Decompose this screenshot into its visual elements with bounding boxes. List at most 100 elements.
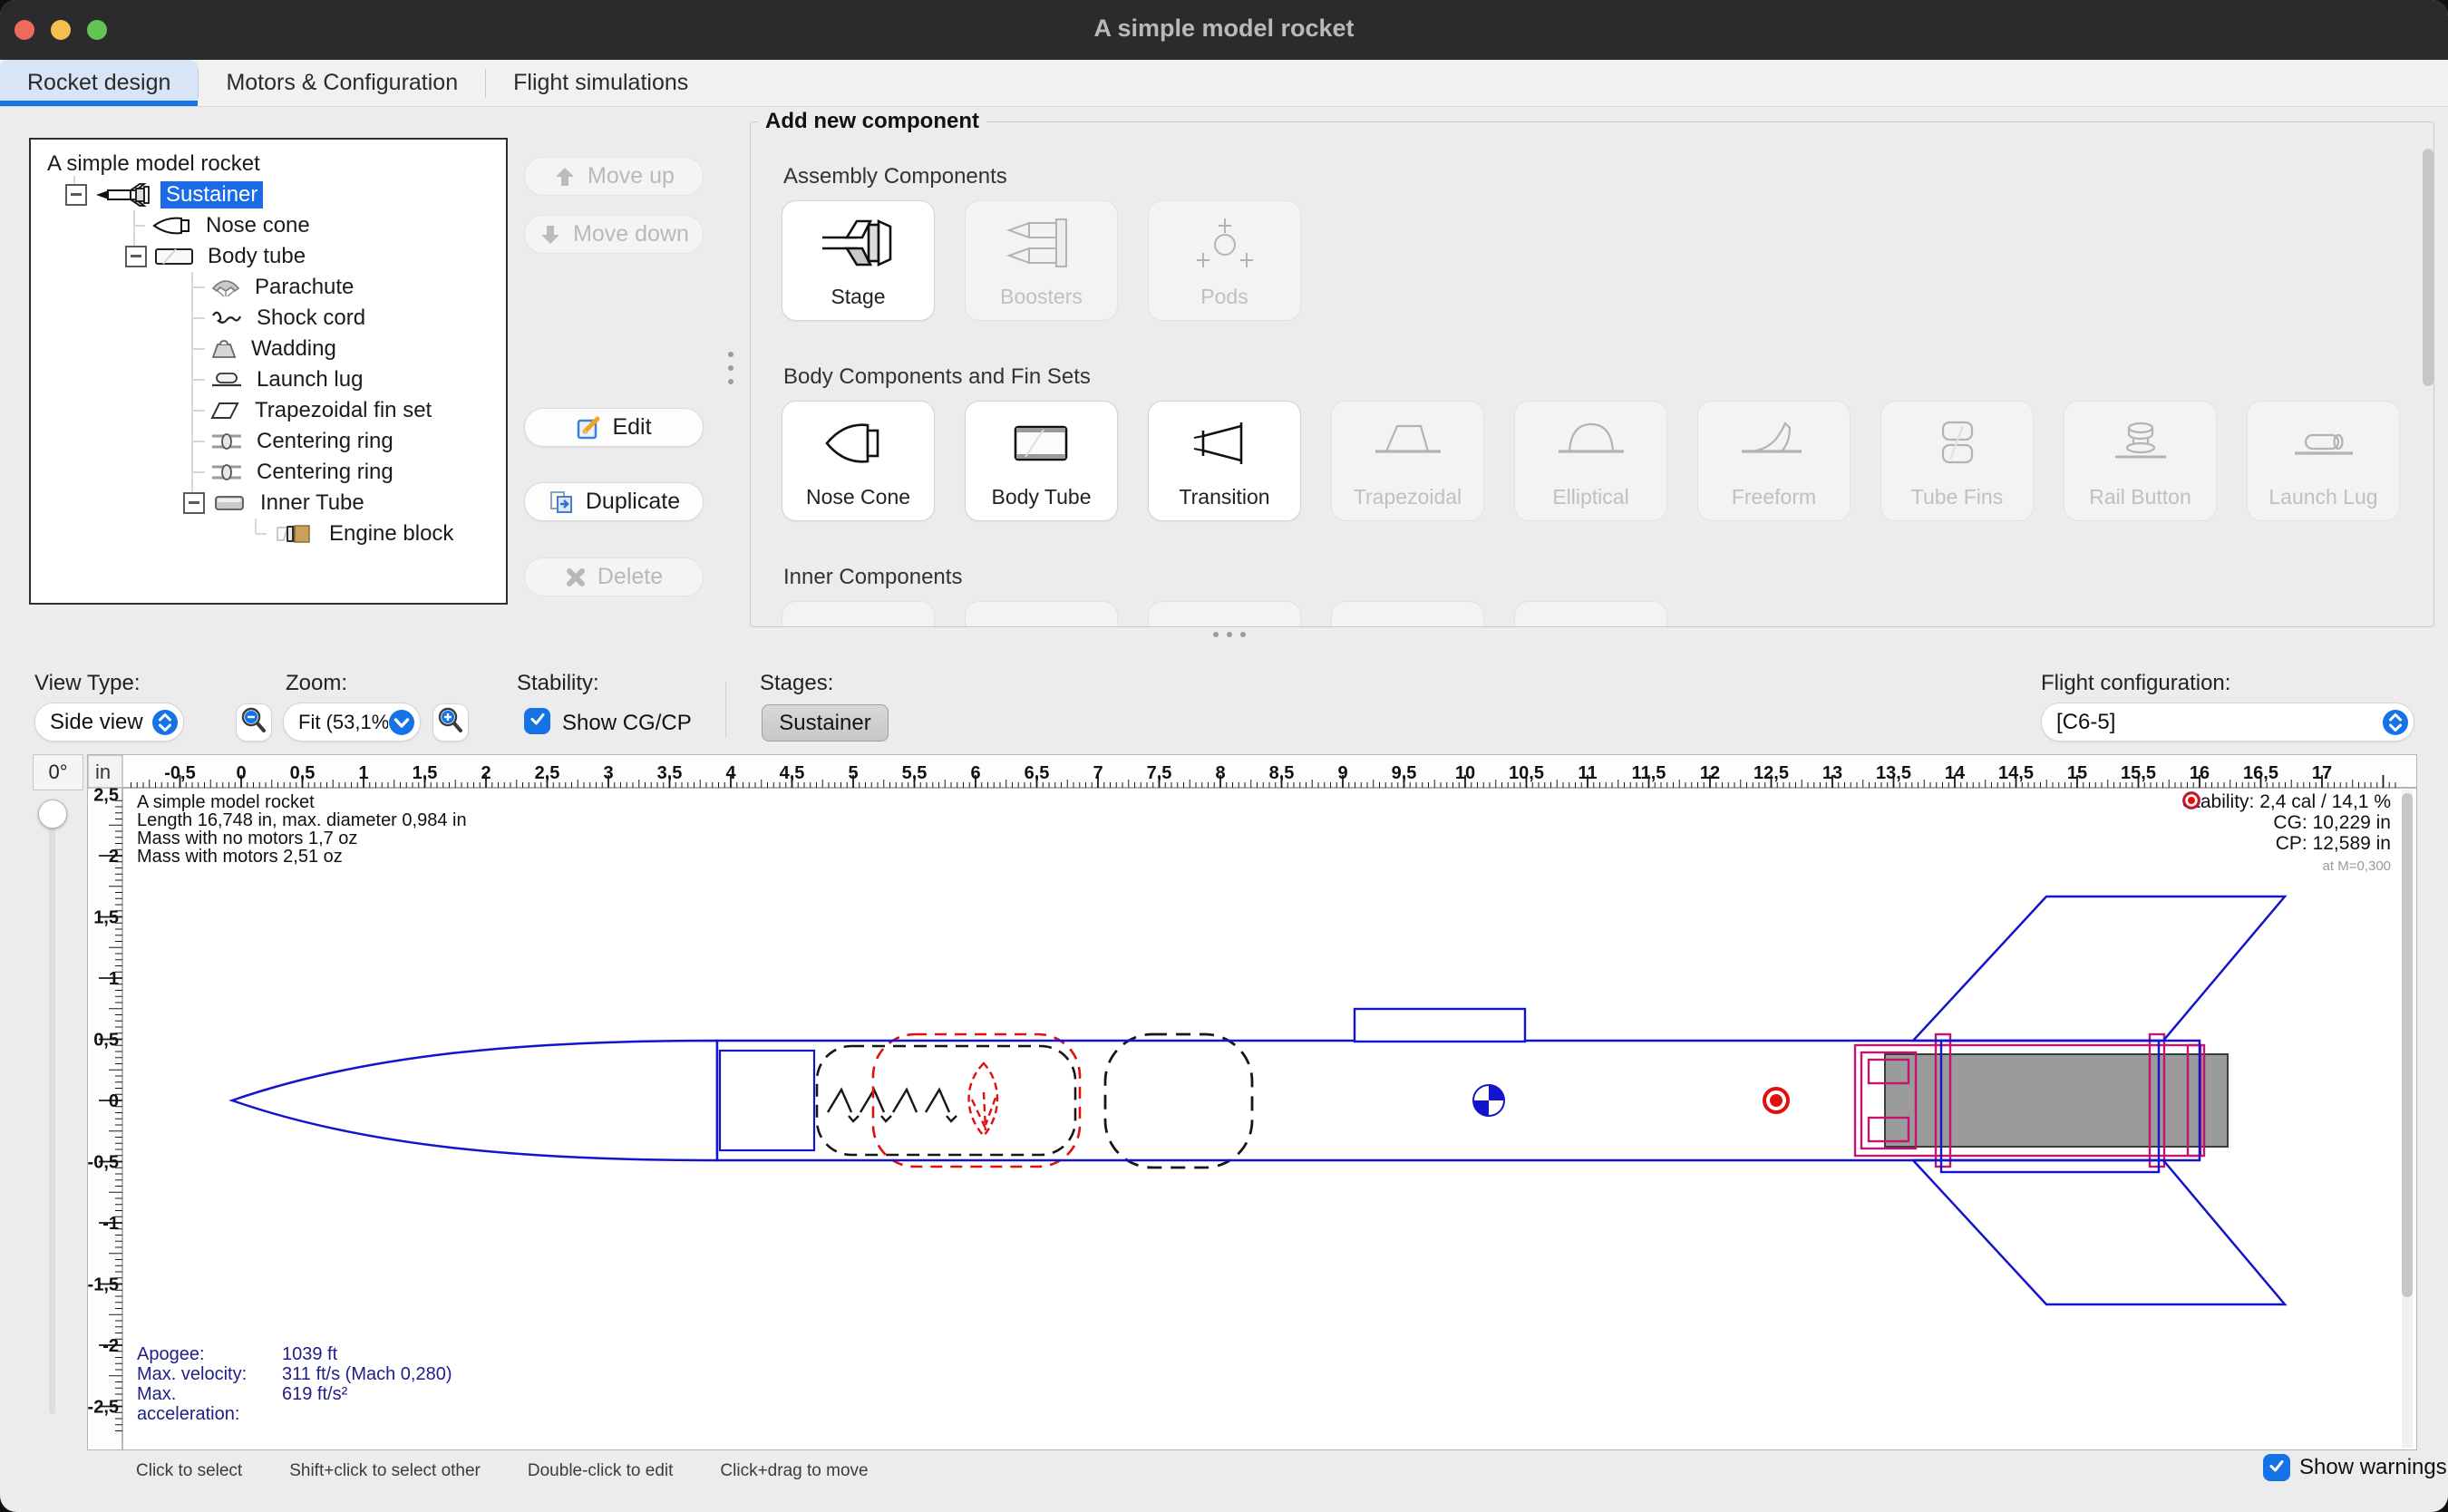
tab-motors-configuration[interactable]: Motors & Configuration: [199, 60, 485, 106]
flight-data-value: 619 ft/s²: [282, 1384, 347, 1424]
zoom-out-icon: [239, 706, 268, 740]
fin-upper: [1913, 897, 2285, 1041]
zoom-select[interactable]: Fit (53,1%): [283, 703, 421, 741]
horizontal-splitter-handle[interactable]: [1213, 632, 1246, 637]
show-warnings-group: Show warnings: [2263, 1454, 2447, 1481]
flight-data-label: Apogee:: [137, 1344, 282, 1364]
view-type-value: Side view: [35, 710, 151, 735]
show-warnings-checkbox[interactable]: [2263, 1454, 2290, 1481]
c-nosecone-icon: [819, 402, 899, 485]
tab-rocket-design[interactable]: Rocket design: [0, 60, 198, 106]
flight-config-select[interactable]: [C6-5]: [2041, 703, 2414, 741]
move-down-button: Move down: [524, 215, 704, 254]
show-cgcp-checkbox[interactable]: [524, 708, 550, 734]
flight-data-row: Apogee:1039 ft: [137, 1344, 452, 1364]
card-label: Launch Lug: [2268, 485, 2377, 509]
svg-text:0,5: 0,5: [93, 1031, 119, 1051]
tree-item-centering-ring[interactable]: Centering ring: [31, 426, 506, 457]
rocket-view-canvas[interactable]: -0,500,511,522,533,544,555,566,577,588,5…: [87, 754, 2417, 1450]
delete-x-icon: [565, 567, 587, 588]
svg-text:6,5: 6,5: [1025, 763, 1050, 783]
component-card-freeform: Freeform: [1697, 401, 1851, 521]
svg-text:5,5: 5,5: [902, 763, 928, 783]
component-card-stage[interactable]: Stage: [782, 200, 935, 321]
card-label: Boosters: [1000, 285, 1083, 309]
add-panel-scrollbar[interactable]: [2423, 149, 2433, 386]
tab-bar: Rocket designMotors & ConfigurationFligh…: [0, 60, 2448, 107]
duplicate-button[interactable]: Duplicate: [524, 482, 704, 521]
rocket-side-view: [232, 897, 2285, 1304]
rotation-slider-track[interactable]: [49, 810, 55, 1414]
chevron-down-icon: [388, 709, 415, 736]
canvas-scrollbar-thumb[interactable]: [2402, 793, 2413, 1297]
component-card-tube-fins: Tube Fins: [1880, 401, 2034, 521]
tree-expander-icon[interactable]: [183, 492, 205, 514]
tree-item-wadding[interactable]: Wadding: [31, 334, 506, 364]
cp-marker: [1764, 1089, 1788, 1112]
svg-text:16,5: 16,5: [2243, 763, 2278, 783]
section-label: Inner Components: [783, 565, 2403, 590]
svg-text:5: 5: [848, 763, 858, 783]
centering-icon: [210, 462, 243, 482]
svg-text:9: 9: [1337, 763, 1347, 783]
zoom-out-button[interactable]: [236, 703, 272, 741]
tree-item-trapezoidal-fin-set[interactable]: Trapezoidal fin set: [31, 395, 506, 426]
svg-text:8: 8: [1215, 763, 1225, 783]
tree-expander-icon[interactable]: [65, 184, 87, 206]
c-tubefins-icon: [1918, 402, 1997, 485]
arrow-down-icon: [539, 223, 562, 247]
card-label: Stage: [831, 285, 885, 309]
component-tree[interactable]: A simple model rocketSustainerNose coneB…: [29, 138, 508, 605]
tree-item-nose-cone[interactable]: Nose cone: [31, 210, 506, 241]
arrow-up-icon: [553, 165, 577, 189]
component-card-pods: Pods: [1148, 200, 1301, 321]
tree-item-inner-tube[interactable]: Inner Tube: [31, 488, 506, 519]
component-card-nose-cone[interactable]: Nose Cone: [782, 401, 935, 521]
view-type-select[interactable]: Side view: [34, 703, 184, 741]
tree-item-launch-lug[interactable]: Launch lug: [31, 364, 506, 395]
component-card-c-inner2: [965, 601, 1118, 626]
svg-text:10,5: 10,5: [1509, 763, 1544, 783]
stability-text: Stability: 2,4 cal / 14,1 %: [2182, 791, 2391, 812]
component-card-launch-lug: Launch Lug: [2247, 401, 2400, 521]
engineblock-icon: [276, 524, 316, 544]
rocket-info-line: Mass with motors 2,51 oz: [137, 848, 467, 866]
svg-text:11: 11: [1578, 763, 1597, 783]
c-boosters-icon: [1002, 201, 1082, 285]
component-card-transition[interactable]: Transition: [1148, 401, 1301, 521]
cg-value: CG: 10,229 in: [2273, 812, 2391, 833]
tree-item-sustainer[interactable]: Sustainer: [31, 179, 506, 210]
stability-block: Stability: 2,4 cal / 14,1 % CG: 10,229 i…: [2182, 791, 2391, 877]
flight-data-value: 311 ft/s (Mach 0,280): [282, 1364, 452, 1384]
c-inner5-icon: [1551, 602, 1631, 626]
section-label: Body Components and Fin Sets: [783, 364, 2403, 390]
tree-item-engine-block[interactable]: Engine block: [31, 519, 506, 549]
tab-flight-simulations[interactable]: Flight simulations: [486, 60, 715, 106]
tree-item-shock-cord[interactable]: Shock cord: [31, 303, 506, 334]
component-card-c-inner5: [1514, 601, 1667, 626]
tree-item-a-simple-model-rocket[interactable]: A simple model rocket: [31, 149, 506, 179]
zoom-in-button[interactable]: [432, 703, 469, 741]
component-card-trapezoidal: Trapezoidal: [1331, 401, 1484, 521]
tree-item-label: A simple model rocket: [42, 150, 266, 178]
edit-button[interactable]: Edit: [524, 408, 704, 447]
component-card-body-tube[interactable]: Body Tube: [965, 401, 1118, 521]
svg-text:2: 2: [481, 763, 491, 783]
stage-toggle-sustainer[interactable]: Sustainer: [762, 704, 889, 741]
bodytube-icon: [154, 246, 194, 267]
rocket-info-line: A simple model rocket: [137, 793, 467, 811]
tree-item-label: Trapezoidal fin set: [249, 397, 437, 424]
show-warnings-label: Show warnings: [2299, 1455, 2447, 1480]
c-inner3-icon: [1185, 602, 1265, 626]
rotation-slider-knob[interactable]: [38, 800, 67, 829]
tree-item-centering-ring[interactable]: Centering ring: [31, 457, 506, 488]
tree-item-parachute[interactable]: Parachute: [31, 272, 506, 303]
tree-expander-icon[interactable]: [125, 246, 147, 267]
svg-text:0: 0: [236, 763, 246, 783]
card-label: Freeform: [1732, 485, 1816, 509]
tree-item-body-tube[interactable]: Body tube: [31, 241, 506, 272]
ruler-unit: in: [95, 761, 111, 783]
c-inner1-icon: [819, 602, 899, 626]
vertical-splitter-handle[interactable]: [728, 352, 733, 384]
svg-text:1: 1: [109, 969, 119, 989]
